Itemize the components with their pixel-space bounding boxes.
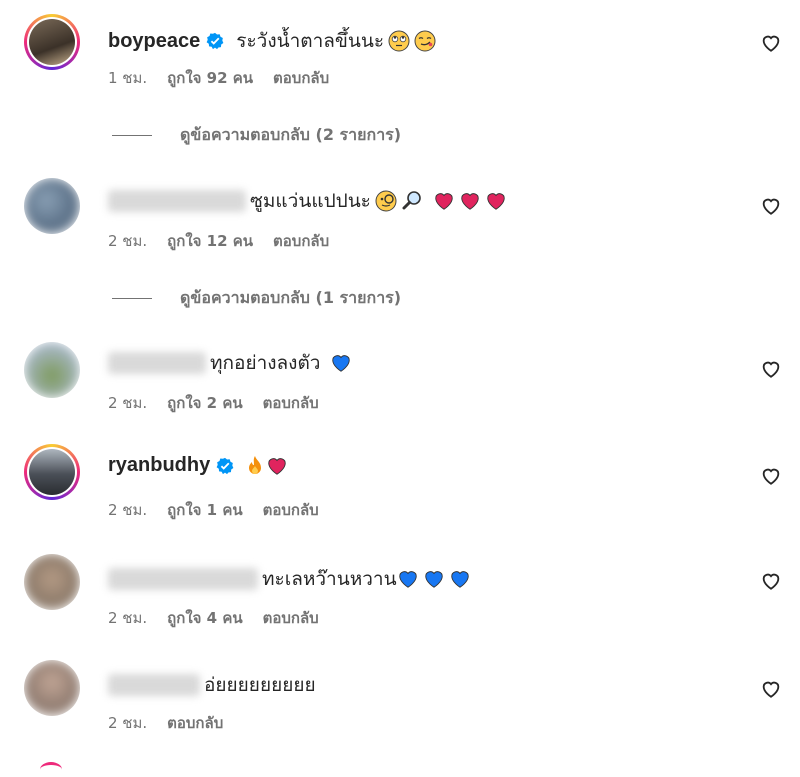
- comment-text: อ่ยยยยยยยยย: [204, 674, 316, 696]
- comment-text: ซูมแว่นแปปนะ: [250, 190, 371, 212]
- like-heart-icon[interactable]: [760, 678, 782, 700]
- view-replies-label[interactable]: ดูข้อความตอบกลับ (2 รายการ): [180, 123, 401, 148]
- comment-time: 1 ชม.: [108, 69, 148, 87]
- comment-time: 2 ชม.: [108, 714, 148, 732]
- replies-divider: [112, 135, 152, 136]
- comment-text: ระวังน้ำตาลขึ้นนะ: [236, 30, 385, 52]
- blue-heart-icon: [332, 355, 351, 372]
- username-blurred[interactable]: [108, 190, 246, 212]
- username[interactable]: boypeace: [108, 30, 200, 53]
- monocle-emoji-icon: [375, 190, 397, 212]
- like-heart-icon[interactable]: [760, 32, 782, 54]
- comment-time: 2 ชม.: [108, 232, 148, 250]
- fire-emoji-icon: [249, 455, 262, 474]
- view-replies-button[interactable]: ดูข้อความตอบกลับ (1 รายการ): [112, 286, 401, 311]
- view-replies-label[interactable]: ดูข้อความตอบกลับ (1 รายการ): [180, 286, 401, 311]
- comment-time: 2 ชม.: [108, 501, 148, 519]
- like-heart-icon[interactable]: [760, 195, 782, 217]
- magnifier-emoji-icon: [402, 191, 421, 210]
- reply-button[interactable]: ตอบกลับ: [263, 391, 319, 415]
- like-heart-icon[interactable]: [760, 465, 782, 487]
- likes-count[interactable]: ถูกใจ 12 คน: [167, 229, 253, 253]
- avatar[interactable]: [24, 14, 80, 70]
- username-blurred[interactable]: [108, 674, 200, 696]
- comment-time: 2 ชม.: [108, 609, 148, 627]
- reply-button[interactable]: ตอบกลับ: [167, 711, 223, 735]
- red-heart-icon: [435, 193, 453, 210]
- verified-badge-icon: [216, 457, 234, 474]
- comment-text: ทุกอย่างลงตัว: [210, 352, 321, 374]
- blue-heart-icon: [424, 571, 443, 588]
- like-heart-icon[interactable]: [760, 570, 782, 592]
- rolling-eyes-emoji-icon: [388, 30, 410, 52]
- avatar[interactable]: [24, 444, 80, 500]
- avatar[interactable]: [40, 762, 62, 777]
- view-replies-button[interactable]: ดูข้อความตอบกลับ (2 รายการ): [112, 123, 401, 148]
- avatar[interactable]: [24, 342, 80, 398]
- avatar[interactable]: [24, 178, 80, 234]
- reply-button[interactable]: ตอบกลับ: [273, 66, 329, 90]
- username-blurred[interactable]: [108, 352, 206, 374]
- username[interactable]: ryanbudhy: [108, 454, 210, 477]
- likes-count[interactable]: ถูกใจ 1 คน: [167, 498, 242, 522]
- like-heart-icon[interactable]: [760, 358, 782, 380]
- blue-heart-icon: [450, 571, 469, 588]
- likes-count[interactable]: ถูกใจ 4 คน: [167, 606, 242, 630]
- replies-divider: [112, 298, 152, 299]
- smirk-emoji-icon: [414, 30, 436, 52]
- verified-badge-icon: [206, 32, 224, 50]
- reply-button[interactable]: ตอบกลับ: [273, 229, 329, 253]
- reply-button[interactable]: ตอบกลับ: [263, 606, 319, 630]
- username-blurred[interactable]: [108, 568, 258, 590]
- comment-text: ทะเลหว๊านหวาน: [262, 568, 397, 590]
- likes-count[interactable]: ถูกใจ 2 คน: [167, 391, 242, 415]
- red-heart-icon: [487, 193, 505, 210]
- red-heart-icon: [461, 193, 479, 210]
- likes-count[interactable]: ถูกใจ 92 คน: [167, 66, 253, 90]
- avatar[interactable]: [24, 554, 80, 610]
- avatar[interactable]: [24, 660, 80, 716]
- blue-heart-icon: [398, 571, 417, 588]
- comment-time: 2 ชม.: [108, 394, 148, 412]
- reply-button[interactable]: ตอบกลับ: [263, 498, 319, 522]
- red-heart-icon: [268, 457, 286, 475]
